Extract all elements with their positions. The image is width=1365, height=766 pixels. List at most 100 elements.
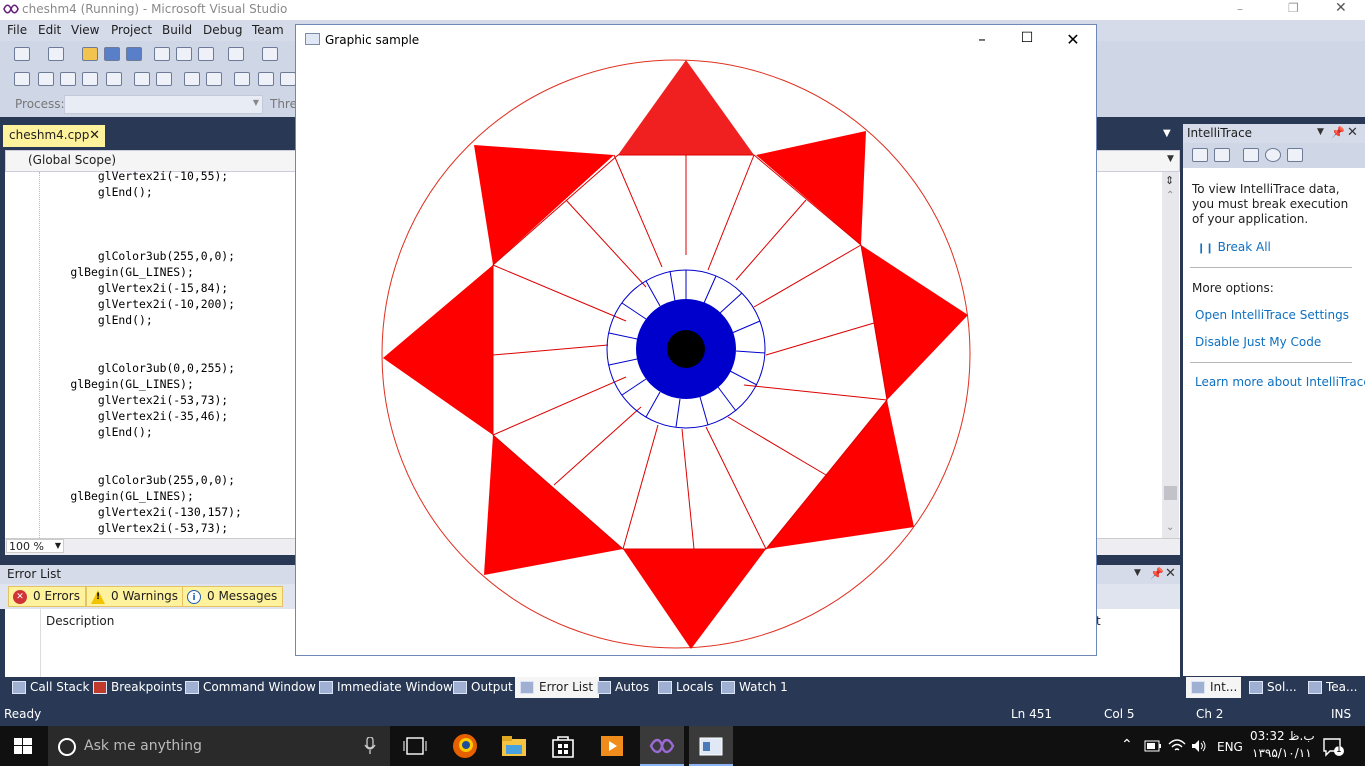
debug-tool-icon[interactable] [14,72,30,86]
scroll-down-icon[interactable]: ⌄ [1166,522,1174,533]
tab-watch-1[interactable]: Watch 1 [721,680,788,694]
close-panel-icon[interactable]: ✕ [1347,125,1358,140]
tab-intellitrace[interactable]: Int... [1186,677,1242,698]
messages-filter-button[interactable]: i 0 Messages [182,586,284,607]
next-bookmark-icon[interactable] [280,72,296,86]
redo-icon[interactable] [262,47,278,61]
code-line[interactable]: glEnd(); [43,424,242,440]
open-intellitrace-settings-link[interactable]: Open IntelliTrace Settings [1195,308,1349,322]
copy-icon[interactable] [176,47,192,61]
scroll-up-icon[interactable]: ⌃ [1166,190,1174,201]
step-tool-icon[interactable] [38,72,54,86]
vs-close-button[interactable]: ✕ [1335,0,1347,16]
uncomment-icon[interactable] [206,72,222,86]
list-tool-icon[interactable] [106,72,122,86]
code-line[interactable]: glVertex2i(-35,46); [43,408,242,424]
new-project-icon[interactable] [14,47,30,61]
code-line[interactable] [43,216,242,232]
chevron-up-icon[interactable]: ⌃ [1121,737,1133,753]
outdent-icon[interactable] [156,72,172,86]
code-line[interactable]: glColor3ub(0,0,255); [43,360,242,376]
bookmark-icon[interactable] [234,72,250,86]
split-icon[interactable]: ⇕ [1165,174,1174,187]
settings-icon[interactable] [1265,148,1281,162]
tab-locals[interactable]: Locals [658,680,713,694]
code-line[interactable]: glEnd(); [43,312,242,328]
tab-immediate-window[interactable]: Immediate Window [319,680,453,694]
comment-icon[interactable] [184,72,200,86]
close-tab-icon[interactable]: ✕ [89,128,100,143]
editor-vertical-scrollbar[interactable]: ⇕ ⌃ ⌄ [1162,172,1179,538]
close-panel-icon[interactable]: ✕ [1165,566,1176,581]
minimize-button[interactable]: – [971,30,993,48]
font-tool-icon[interactable] [82,72,98,86]
menu-debug[interactable]: Debug [203,23,242,37]
search-placeholder[interactable]: Ask me anything [84,738,202,754]
save-all-icon[interactable] [126,47,142,61]
warnings-filter-button[interactable]: ! 0 Warnings [86,586,185,607]
close-button[interactable]: ✕ [1062,30,1084,49]
file-explorer-icon[interactable] [501,733,527,759]
tab-error-list[interactable]: Error List [515,677,600,698]
errors-filter-button[interactable]: ✕ 0 Errors [8,586,86,607]
window-menu-icon[interactable]: ▼ [1134,568,1141,578]
paste-icon[interactable] [198,47,214,61]
menu-build[interactable]: Build [162,23,192,37]
description-column-header[interactable]: Description [46,614,114,628]
code-line[interactable]: glVertex2i(-130,157); [43,504,242,520]
pin-icon[interactable]: 📌 [1331,126,1345,139]
vs-minimize-button[interactable]: – [1237,2,1243,16]
cut-icon[interactable] [154,47,170,61]
pointer-tool-icon[interactable] [60,72,76,86]
microphone-icon[interactable] [364,737,376,755]
menu-view[interactable]: View [71,23,99,37]
code-line[interactable] [43,344,242,360]
add-item-icon[interactable] [48,47,64,61]
window-menu-icon[interactable]: ▼ [1317,127,1324,137]
list-view-icon[interactable] [1192,148,1208,162]
scope-selector[interactable]: (Global Scope) [28,153,116,167]
clock-time[interactable]: 03:32 ب.ظ [1250,729,1315,743]
battery-icon[interactable] [1144,740,1162,752]
code-line[interactable] [43,200,242,216]
code-line[interactable]: glEnd(); [43,184,242,200]
undo-icon[interactable] [228,47,244,61]
code-line[interactable]: glColor3ub(255,0,0); [43,472,242,488]
code-line[interactable] [43,232,242,248]
code-line[interactable]: glVertex2i(-53,73); [43,520,242,536]
store-icon[interactable] [550,733,576,759]
open-folder-icon[interactable] [82,47,98,61]
tab-autos[interactable]: Autos [597,680,649,694]
prev-bookmark-icon[interactable] [258,72,274,86]
tab-breakpoints[interactable]: Breakpoints [93,680,182,694]
tab-solution-explorer[interactable]: Sol... [1249,680,1297,694]
code-line[interactable]: glVertex2i(-10,55); [43,168,242,184]
chevron-down-icon[interactable]: ▼ [1167,154,1174,164]
vs-restore-button[interactable]: ❐ [1288,1,1299,15]
firefox-icon[interactable] [452,733,478,759]
code-line[interactable]: glVertex2i(-15,84); [43,280,242,296]
code-line[interactable] [43,328,242,344]
indent-icon[interactable] [134,72,150,86]
tab-command-window[interactable]: Command Window [185,680,316,694]
open-log-icon[interactable] [1243,148,1259,162]
volume-icon[interactable] [1191,739,1207,753]
tab-team-explorer[interactable]: Tea... [1308,680,1357,694]
zoom-dropdown[interactable]: 100 % ▼ [6,539,64,553]
code-line[interactable] [43,440,242,456]
code-line[interactable]: glVertex2i(-53,73); [43,392,242,408]
task-view-icon[interactable] [403,737,427,755]
scroll-thumb[interactable] [1164,486,1177,500]
tab-output[interactable]: Output [453,680,513,694]
tab-cheshm4-cpp[interactable]: cheshm4.cpp ✕ [3,125,105,147]
pin-icon[interactable]: 📌 [1150,567,1164,580]
tab-dropdown-icon[interactable]: ▼ [1163,128,1171,139]
menu-project[interactable]: Project [111,23,152,37]
code-line[interactable]: glBegin(GL_LINES); [43,488,242,504]
maximize-button[interactable]: ☐ [1016,30,1038,46]
code-line[interactable]: glBegin(GL_LINES); [43,264,242,280]
menu-team[interactable]: Team [252,23,284,37]
clock-date[interactable]: ۱۳۹۵/۱۰/۱۱ [1252,746,1312,760]
tab-call-stack[interactable]: Call Stack [12,680,89,694]
filter-icon[interactable] [1214,148,1230,162]
